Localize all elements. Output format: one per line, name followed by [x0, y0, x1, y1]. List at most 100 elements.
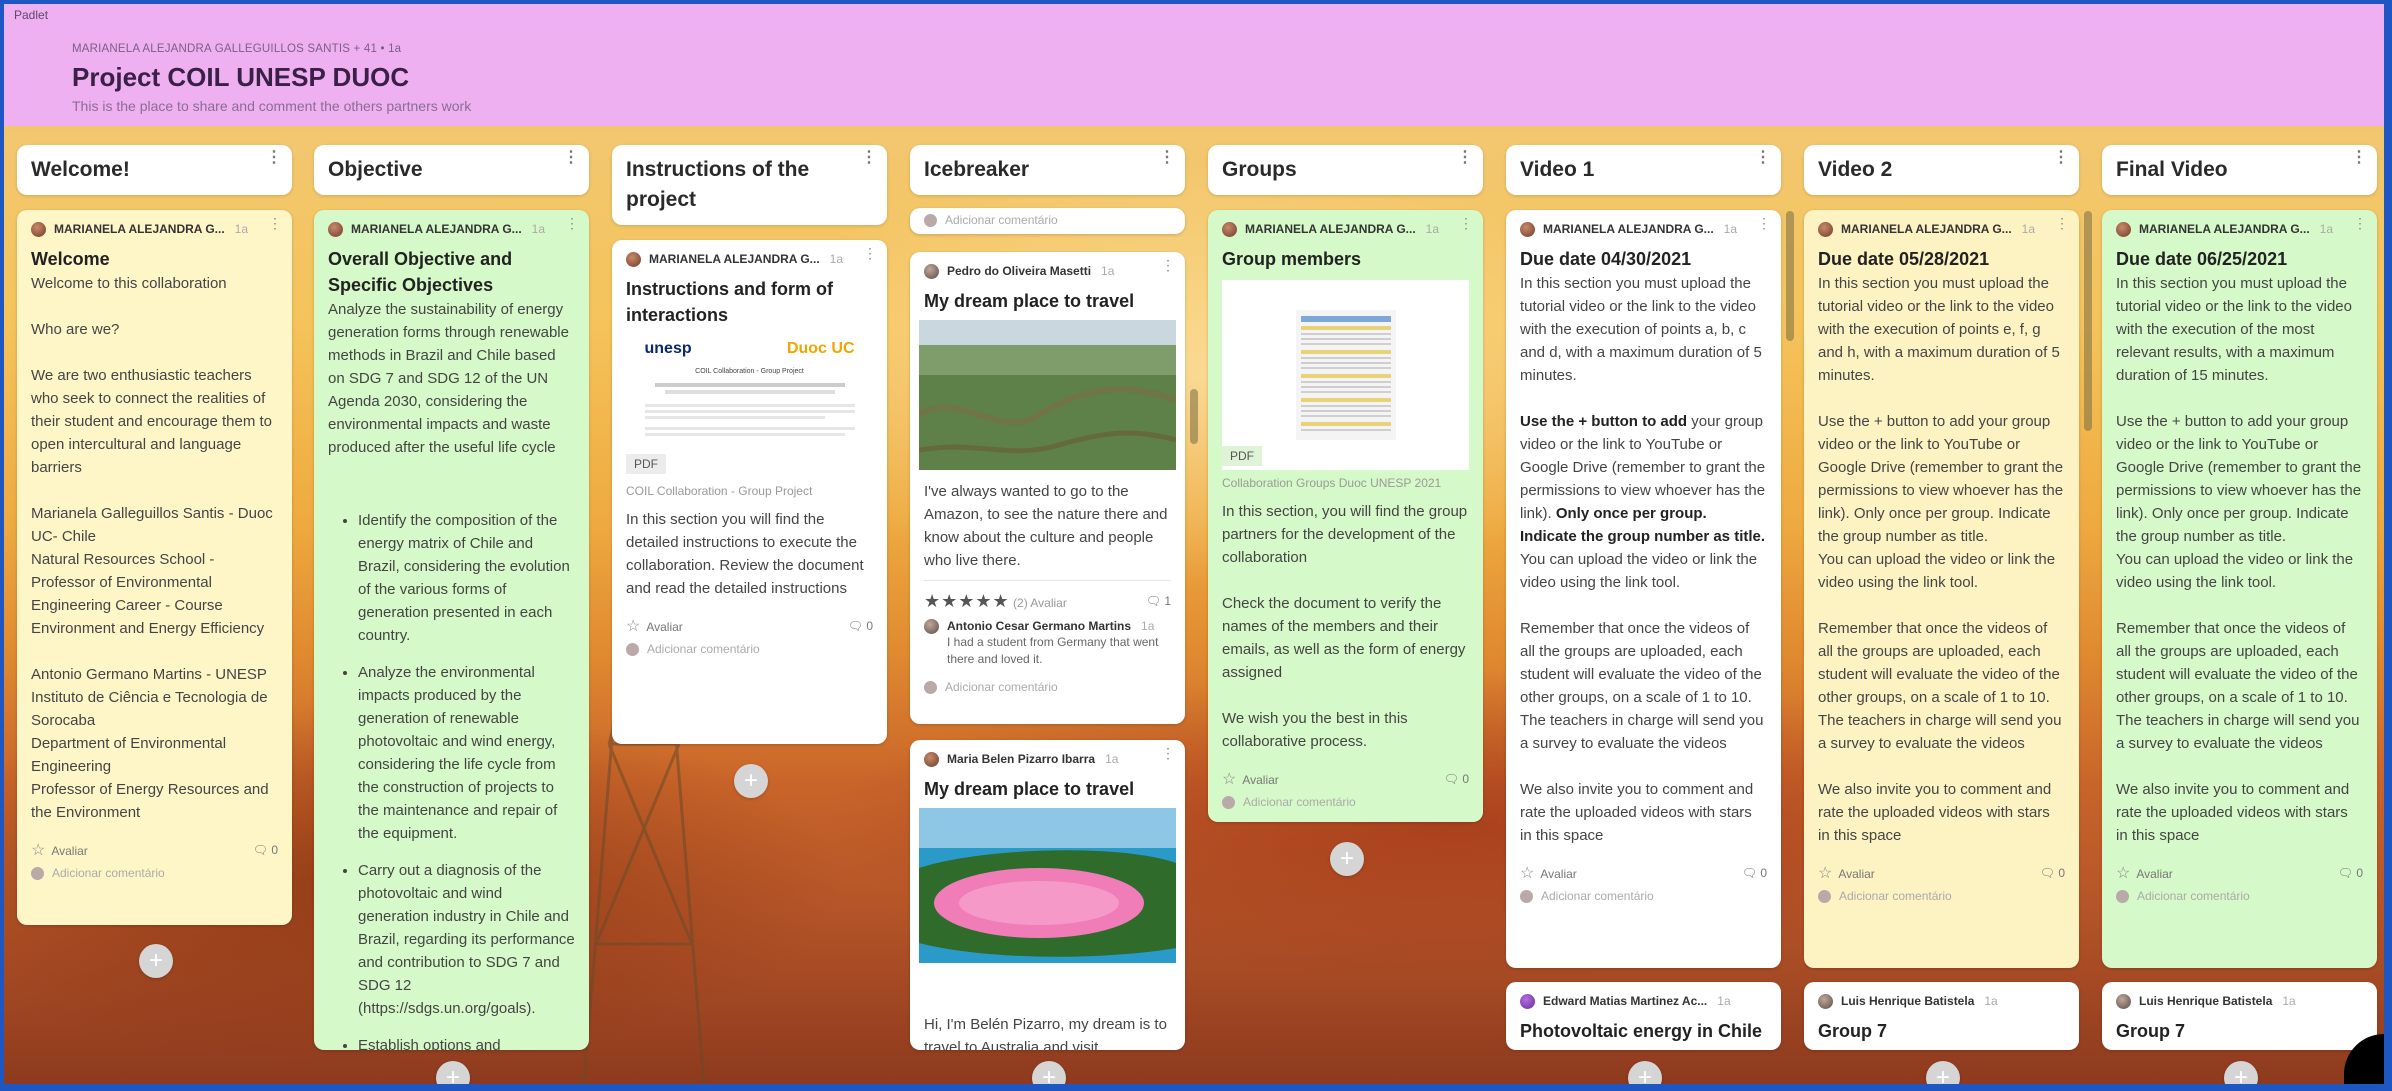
pdf-attachment[interactable]: PDF: [1222, 280, 1469, 470]
column-menu-icon[interactable]: ⋮: [266, 150, 282, 166]
rate-button[interactable]: ☆ Avaliar: [31, 840, 88, 860]
rate-button[interactable]: ☆ Avaliar: [1520, 863, 1577, 883]
rate-button[interactable]: ☆ Avaliar: [626, 616, 683, 636]
post-card-objective[interactable]: MARIANELA ALEJANDRA G... 1a ⋮ Overall Obj…: [314, 210, 589, 1050]
comment-count[interactable]: 🗨 0: [2040, 866, 2065, 880]
post-card-group-7-final[interactable]: Luis Henrique Batistela 1a Group 7: [2102, 982, 2377, 1050]
column-scrollbar[interactable]: [2084, 211, 2092, 431]
board-header: MARIANELA ALEJANDRA GALLEGUILLOS SANTIS …: [4, 4, 2384, 126]
comment-count[interactable]: 🗨 0: [253, 843, 278, 857]
column-header-groups[interactable]: Groups ⋮: [1208, 145, 1483, 195]
column-title: Welcome!: [31, 158, 130, 181]
column-header-video-2[interactable]: Video 2 ⋮: [1804, 145, 2079, 195]
post-card-video-2[interactable]: MARIANELA ALEJANDRA G... 1a ⋮ Due date 05…: [1804, 210, 2079, 968]
add-comment-field[interactable]: Adicionar comentário: [626, 638, 873, 660]
post-footer: ★★★★★ (2) Avaliar 🗨 1: [924, 589, 1171, 613]
add-post-button[interactable]: +: [734, 764, 768, 798]
post-menu-icon[interactable]: ⋮: [1459, 216, 1473, 230]
post-menu-icon[interactable]: ⋮: [1161, 746, 1175, 760]
avatar: [626, 251, 641, 267]
post-card-group-7[interactable]: Luis Henrique Batistela 1a Group 7: [1804, 982, 2079, 1050]
list-item: Carry out a diagnosis of the photovoltai…: [358, 859, 575, 1020]
add-post-button[interactable]: +: [436, 1061, 470, 1084]
add-post-button[interactable]: +: [1926, 1061, 1960, 1084]
column-menu-icon[interactable]: ⋮: [861, 150, 877, 166]
post-card-welcome[interactable]: MARIANELA ALEJANDRA G... 1a ⋮ Welcome Wel…: [17, 210, 292, 925]
add-post-button[interactable]: +: [1330, 842, 1364, 876]
post-menu-icon[interactable]: ⋮: [268, 216, 282, 230]
column-menu-icon[interactable]: ⋮: [2351, 150, 2367, 166]
comment-count[interactable]: 🗨 0: [1742, 866, 1767, 880]
add-comment-field[interactable]: Adicionar comentário: [924, 676, 1171, 698]
pink-lake-photo[interactable]: [919, 808, 1176, 963]
post-card-instructions[interactable]: MARIANELA ALEJANDRA G... 1a ⋮ Instruction…: [612, 240, 887, 744]
column-title: Final Video: [2116, 158, 2228, 181]
add-comment-field[interactable]: Adicionar comentário: [1222, 791, 1469, 813]
add-post-button[interactable]: +: [1628, 1061, 1662, 1084]
column-menu-icon[interactable]: ⋮: [2053, 150, 2069, 166]
avatar: [2116, 221, 2131, 237]
post-menu-icon[interactable]: ⋮: [1161, 258, 1175, 272]
post-card-video-1[interactable]: MARIANELA ALEJANDRA G... 1a ⋮ Due date 04…: [1506, 210, 1781, 968]
post-card-partial[interactable]: Adicionar comentário: [910, 208, 1185, 234]
post-menu-icon[interactable]: ⋮: [863, 246, 877, 260]
padlet-logo[interactable]: Padlet: [14, 8, 48, 22]
post-author: Pedro do Oliveira Masetti 1a: [924, 258, 1171, 284]
post-card-photovoltaic[interactable]: Edward Matias Martinez Ac... 1a Photovolt…: [1506, 982, 1781, 1050]
add-comment-field[interactable]: Adicionar comentário: [924, 208, 1171, 232]
avatar: [31, 866, 44, 880]
avatar: [31, 221, 46, 237]
column-header-welcome[interactable]: Welcome! ⋮: [17, 145, 292, 195]
post-title: My dream place to travel: [924, 291, 1135, 311]
add-comment-field[interactable]: Adicionar comentário: [31, 862, 278, 884]
comment-count[interactable]: 🗨 0: [1444, 772, 1469, 786]
post-author: MARIANELA ALEJANDRA G... 1a: [626, 246, 873, 272]
rate-button[interactable]: ☆ Avaliar: [2116, 863, 2173, 883]
add-comment-field[interactable]: Adicionar comentário: [1818, 885, 2065, 907]
post-menu-icon[interactable]: ⋮: [2055, 216, 2069, 230]
amazon-river-photo[interactable]: [919, 320, 1176, 470]
comment-count[interactable]: 🗨 1: [1146, 594, 1171, 608]
column-menu-icon[interactable]: ⋮: [1159, 150, 1175, 166]
post-title: Group members: [1222, 249, 1362, 269]
post-menu-icon[interactable]: ⋮: [1757, 216, 1771, 230]
column-scrollbar[interactable]: [1786, 211, 1794, 341]
post-card-amazon[interactable]: Pedro do Oliveira Masetti 1a ⋮ My dream p…: [910, 252, 1185, 724]
rating-stars[interactable]: ★★★★★ (2) Avaliar: [924, 591, 1067, 612]
comment-count[interactable]: 🗨 0: [848, 619, 873, 633]
comment-icon: 🗨: [2039, 866, 2055, 880]
post-body: Welcome to this collaboration Who are we…: [31, 275, 273, 821]
pdf-heading: COIL Collaboration - Group Project: [695, 368, 804, 375]
post-title: Photovoltaic energy in Chile: [1520, 1021, 1763, 1041]
post-card-groups[interactable]: MARIANELA ALEJANDRA G... 1a ⋮ Group membe…: [1208, 210, 1483, 822]
add-post-button[interactable]: +: [2224, 1061, 2258, 1084]
post-menu-icon[interactable]: ⋮: [2353, 216, 2367, 230]
column-menu-icon[interactable]: ⋮: [563, 150, 579, 166]
column-header-video-1[interactable]: Video 1 ⋮: [1506, 145, 1781, 195]
column-header-instructions[interactable]: Instructions of the project ⋮: [612, 145, 887, 225]
comment-icon: 🗨: [1145, 594, 1161, 608]
post-card-australia[interactable]: Maria Belen Pizarro Ibarra 1a ⋮ My dream …: [910, 740, 1185, 1050]
attachment-caption: Collaboration Groups Duoc UNESP 2021: [1222, 476, 1442, 490]
rate-button[interactable]: ☆ Avaliar: [1222, 769, 1279, 789]
avatar: [1818, 221, 1833, 237]
avatar: [626, 642, 639, 656]
rate-button[interactable]: ☆ Avaliar: [1818, 863, 1875, 883]
add-comment-field[interactable]: Adicionar comentário: [2116, 885, 2363, 907]
post-menu-icon[interactable]: ⋮: [565, 216, 579, 230]
column-header-final-video[interactable]: Final Video ⋮: [2102, 145, 2377, 195]
add-post-button[interactable]: +: [139, 944, 173, 978]
add-comment-field[interactable]: Adicionar comentário: [1520, 885, 1767, 907]
padlet-board: MARIANELA ALEJANDRA GALLEGUILLOS SANTIS …: [4, 4, 2384, 1084]
add-post-button[interactable]: +: [1032, 1061, 1066, 1084]
comment-count[interactable]: 🗨 0: [2338, 866, 2363, 880]
column-menu-icon[interactable]: ⋮: [1755, 150, 1771, 166]
column-header-objective[interactable]: Objective ⋮: [314, 145, 589, 195]
objectives-list: Identify the composition of the energy m…: [328, 509, 575, 1050]
list-item: Analyze the environmental impacts produc…: [358, 661, 575, 845]
column-menu-icon[interactable]: ⋮: [1457, 150, 1473, 166]
post-card-final-video[interactable]: MARIANELA ALEJANDRA G... 1a ⋮ Due date 06…: [2102, 210, 2377, 968]
column-header-icebreaker[interactable]: Icebreaker ⋮: [910, 145, 1185, 195]
pdf-attachment[interactable]: unesp Duoc UC COIL Collaboration - Group…: [626, 328, 873, 478]
column-scrollbar[interactable]: [1190, 389, 1198, 444]
